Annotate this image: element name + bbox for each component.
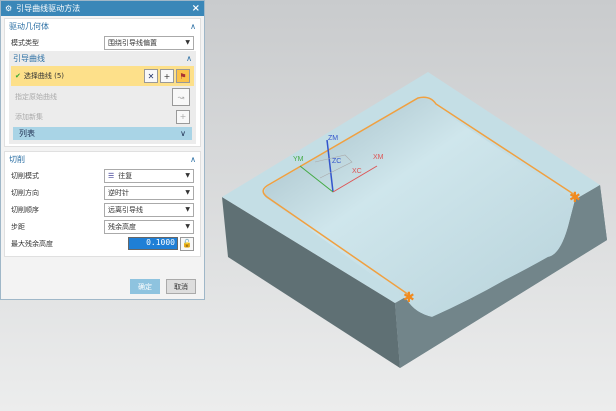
- selected-value: 远离引导线: [108, 205, 143, 214]
- axis-label-zc: ZC: [332, 158, 341, 165]
- dialog-title: 引导曲线驱动方法: [16, 4, 81, 13]
- cutting-section: 切削 ∧ 切削模式 ☰ 往复 ▼ 切削方向 逆时针 ▼ 切削顺序 远离引导线 ▼ 步距 残余高度 ▼…: [4, 151, 201, 257]
- axis-label-xm: XM: [373, 154, 384, 161]
- add-new-set-label: 添加新集: [15, 112, 43, 121]
- dialog-titlebar[interactable]: ⚙ 引导曲线驱动方法 ×: [1, 1, 204, 16]
- cut-pattern-select[interactable]: ☰ 往复 ▼: [104, 168, 194, 183]
- start-marker-icon: ✱: [403, 290, 415, 306]
- field-label: 步距: [11, 222, 25, 231]
- guide-curve-header[interactable]: 引导曲线 ∧: [9, 51, 196, 66]
- specify-original-curve-label: 指定原始曲线: [15, 93, 57, 101]
- section-title: 驱动几何体: [9, 22, 49, 31]
- check-icon: ✔: [15, 72, 21, 80]
- dropdown-arrow-icon: ▼: [185, 172, 190, 179]
- drive-geometry-header[interactable]: 驱动几何体 ∧: [5, 19, 200, 34]
- dropdown-arrow-icon: ▼: [185, 223, 190, 230]
- cut-direction-select[interactable]: 逆时针 ▼: [104, 185, 194, 200]
- list-toggle[interactable]: 列表 ∨: [13, 127, 192, 140]
- stepover-select[interactable]: 残余高度 ▼: [104, 219, 194, 234]
- field-label: 切削模式: [11, 171, 39, 180]
- select-curve-row[interactable]: ✔ 选择曲线 (5) ✕ + ⚑: [11, 66, 194, 86]
- mode-type-label: 模式类型: [11, 38, 39, 47]
- dropdown-arrow-icon: ▼: [185, 39, 190, 46]
- close-icon[interactable]: ×: [192, 3, 200, 14]
- curve-icon[interactable]: ↝: [172, 88, 190, 106]
- drive-geometry-section: 驱动几何体 ∧ 模式类型 围绕引导线偏置 ▼ 引导曲线 ∧ ✔ 选择曲线 (5) ✕ +…: [4, 18, 201, 147]
- dropdown-arrow-icon: ▼: [185, 189, 190, 196]
- lock-icon[interactable]: 🔓: [180, 236, 194, 251]
- chevron-up-icon: ∧: [190, 155, 196, 164]
- mode-type-select[interactable]: 围绕引导线偏置 ▼: [104, 35, 194, 50]
- axis-label-xc: XC: [352, 168, 362, 175]
- selected-value: 围绕引导线偏置: [108, 38, 157, 47]
- guide-curve-drive-dialog: ⚙ 引导曲线驱动方法 × 驱动几何体 ∧ 模式类型 围绕引导线偏置 ▼ 引导曲线 ∧ ✔…: [0, 0, 205, 300]
- reverse-direction-icon[interactable]: ✕: [144, 69, 158, 83]
- add-set-icon[interactable]: +: [176, 109, 190, 124]
- curve-select-icon[interactable]: ⚑: [176, 69, 190, 83]
- chevron-down-icon: ∨: [180, 129, 186, 138]
- cut-order-select[interactable]: 远离引导线 ▼: [104, 202, 194, 217]
- selected-value: 逆时针: [108, 188, 129, 197]
- selected-value: 往复: [118, 171, 133, 180]
- select-curve-label: 选择曲线 (5): [23, 72, 65, 80]
- field-label: 切削方向: [11, 188, 39, 197]
- field-label: 最大残余高度: [11, 239, 53, 248]
- axis-label-zm: ZM: [328, 135, 338, 142]
- selected-value: 残余高度: [108, 222, 136, 231]
- ok-button[interactable]: 确定: [130, 279, 160, 294]
- guide-curve[interactable]: [262, 96, 579, 298]
- axis-label-ym: YM: [293, 156, 304, 163]
- guide-curve-subsection: 引导曲线 ∧ ✔ 选择曲线 (5) ✕ + ⚑ 指定原始曲线 ↝ 添加新集 + 列表 ∨: [9, 51, 196, 144]
- cancel-button[interactable]: 取消: [166, 279, 196, 294]
- section-title: 引导曲线: [13, 54, 45, 63]
- field-label: 切削顺序: [11, 205, 39, 214]
- cutting-header[interactable]: 切削 ∧: [5, 152, 200, 167]
- chevron-up-icon: ∧: [186, 54, 192, 63]
- gear-icon: ⚙: [5, 4, 13, 13]
- workpiece-model: ✱ ✱: [222, 72, 607, 368]
- zigzag-icon: ☰: [108, 171, 115, 180]
- max-residual-input[interactable]: 0.1000: [128, 237, 178, 250]
- end-marker-icon: ✱: [569, 190, 581, 206]
- coordinate-axes: ZM ZC YM XM XC: [293, 135, 384, 193]
- specify-origin-icon[interactable]: +: [160, 69, 174, 83]
- section-title: 切削: [9, 155, 25, 164]
- list-label: 列表: [19, 129, 35, 138]
- dropdown-arrow-icon: ▼: [185, 206, 190, 213]
- chevron-up-icon: ∧: [190, 22, 196, 31]
